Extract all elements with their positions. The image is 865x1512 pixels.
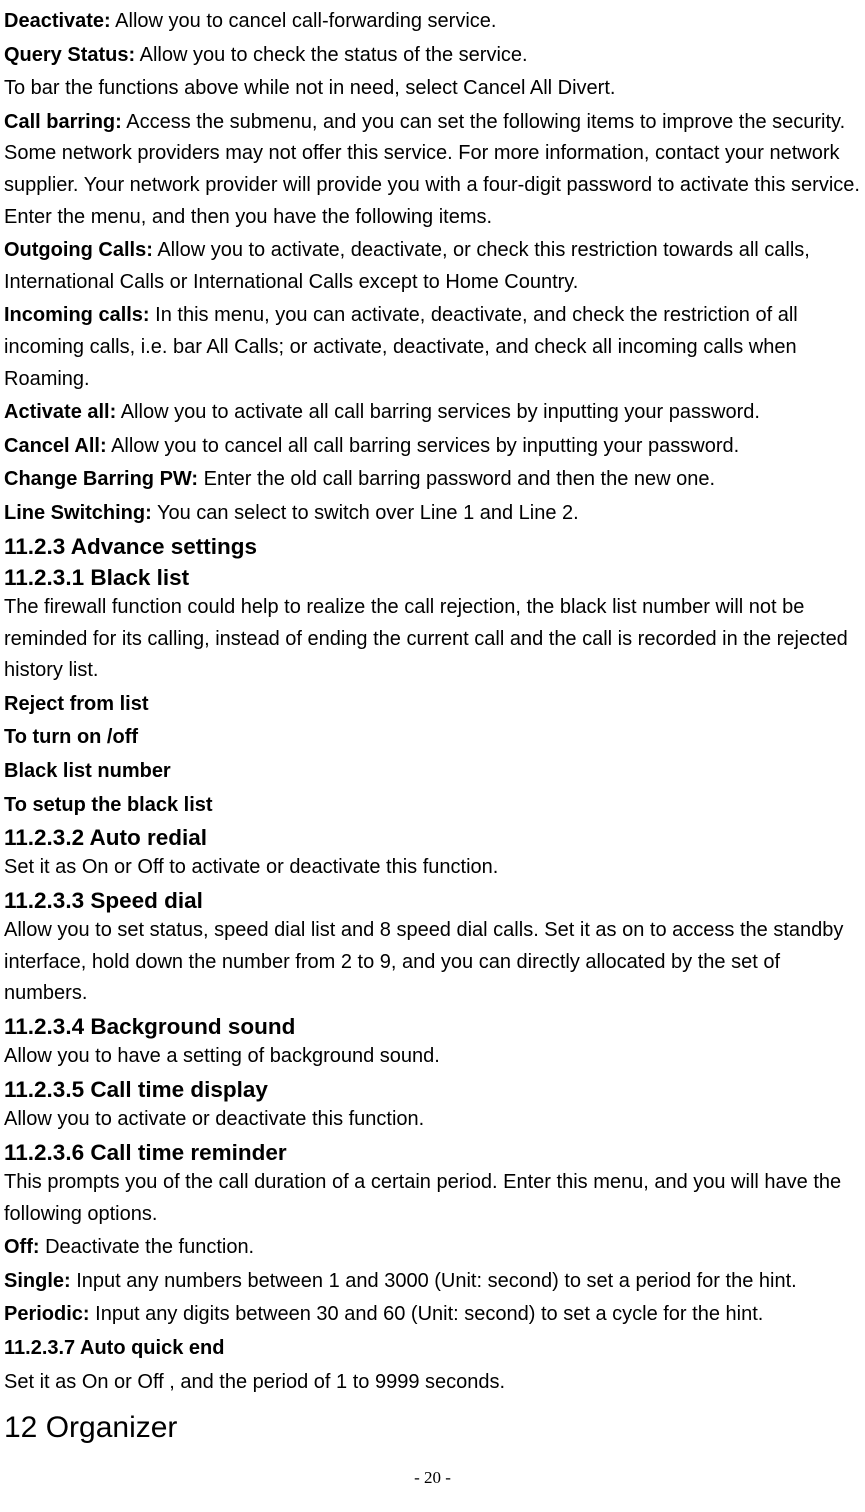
label: Single:: [4, 1270, 71, 1292]
p-ctr-periodic: Periodic: Input any digits between 30 an…: [4, 1299, 861, 1331]
p-activate-all: Activate all: Allow you to activate all …: [4, 397, 861, 429]
p-auto-quick-end: Set it as On or Off , and the period of …: [4, 1367, 861, 1399]
label: Outgoing Calls:: [4, 239, 153, 261]
heading-organizer: 12 Organizer: [4, 1408, 861, 1447]
label: Deactivate:: [4, 10, 111, 32]
p-query-status: Query Status: Allow you to check the sta…: [4, 40, 861, 72]
text: Allow you to check the status of the ser…: [135, 44, 527, 66]
p-blacklist-desc: The firewall function could help to real…: [4, 592, 861, 687]
text: Allow you to cancel all call barring ser…: [107, 435, 740, 457]
text: Input any digits between 30 and 60 (Unit…: [90, 1303, 764, 1325]
heading-speed-dial: 11.2.3.3 Speed dial: [4, 886, 861, 915]
heading-black-list: 11.2.3.1 Black list: [4, 563, 861, 592]
heading-background-sound: 11.2.3.4 Background sound: [4, 1012, 861, 1041]
label: Call barring:: [4, 111, 122, 133]
heading-auto-quick-end: 11.2.3.7 Auto quick end: [4, 1333, 861, 1365]
text: Enter the old call barring password and …: [198, 468, 715, 490]
heading-advance-settings: 11.2.3 Advance settings: [4, 532, 861, 561]
p-deactivate: Deactivate: Allow you to cancel call-for…: [4, 6, 861, 38]
p-auto-redial: Set it as On or Off to activate or deact…: [4, 852, 861, 884]
p-cancel-all-divert: To bar the functions above while not in …: [4, 73, 861, 105]
heading-call-time-reminder: 11.2.3.6 Call time reminder: [4, 1138, 861, 1167]
text: Input any numbers between 1 and 3000 (Un…: [71, 1270, 797, 1292]
label: Line Switching:: [4, 502, 152, 524]
p-ctr-off: Off: Deactivate the function.: [4, 1232, 861, 1264]
label: Cancel All:: [4, 435, 107, 457]
p-background-sound: Allow you to have a setting of backgroun…: [4, 1041, 861, 1073]
heading-auto-redial: 11.2.3.2 Auto redial: [4, 823, 861, 852]
label: Off:: [4, 1236, 40, 1258]
p-speed-dial: Allow you to set status, speed dial list…: [4, 915, 861, 1010]
p-cancel-all: Cancel All: Allow you to cancel all call…: [4, 431, 861, 463]
text: Access the submenu, and you can set the …: [4, 111, 860, 228]
text: Deactivate the function.: [40, 1236, 255, 1258]
p-ctr-single: Single: Input any numbers between 1 and …: [4, 1266, 861, 1298]
p-call-time-reminder: This prompts you of the call duration of…: [4, 1167, 861, 1230]
text: To bar the functions above while not in …: [4, 77, 615, 99]
bl-turn-on-off: To turn on /off: [4, 722, 861, 754]
p-call-barring: Call barring: Access the submenu, and yo…: [4, 107, 861, 233]
label: Change Barring PW:: [4, 468, 198, 490]
p-change-barring-pw: Change Barring PW: Enter the old call ba…: [4, 464, 861, 496]
p-incoming-calls: Incoming calls: In this menu, you can ac…: [4, 300, 861, 395]
p-call-time-display: Allow you to activate or deactivate this…: [4, 1104, 861, 1136]
p-outgoing-calls: Outgoing Calls: Allow you to activate, d…: [4, 235, 861, 298]
label: Query Status:: [4, 44, 135, 66]
bl-setup-black-list: To setup the black list: [4, 790, 861, 822]
label: Incoming calls:: [4, 304, 150, 326]
p-line-switching: Line Switching: You can select to switch…: [4, 498, 861, 530]
text: Allow you to activate all call barring s…: [116, 401, 760, 423]
text: Allow you to cancel call-forwarding serv…: [111, 10, 497, 32]
bl-reject-from-list: Reject from list: [4, 689, 861, 721]
label: Periodic:: [4, 1303, 90, 1325]
bl-black-list-number: Black list number: [4, 756, 861, 788]
heading-call-time-display: 11.2.3.5 Call time display: [4, 1075, 861, 1104]
text: You can select to switch over Line 1 and…: [152, 502, 579, 524]
label: Activate all:: [4, 401, 116, 423]
